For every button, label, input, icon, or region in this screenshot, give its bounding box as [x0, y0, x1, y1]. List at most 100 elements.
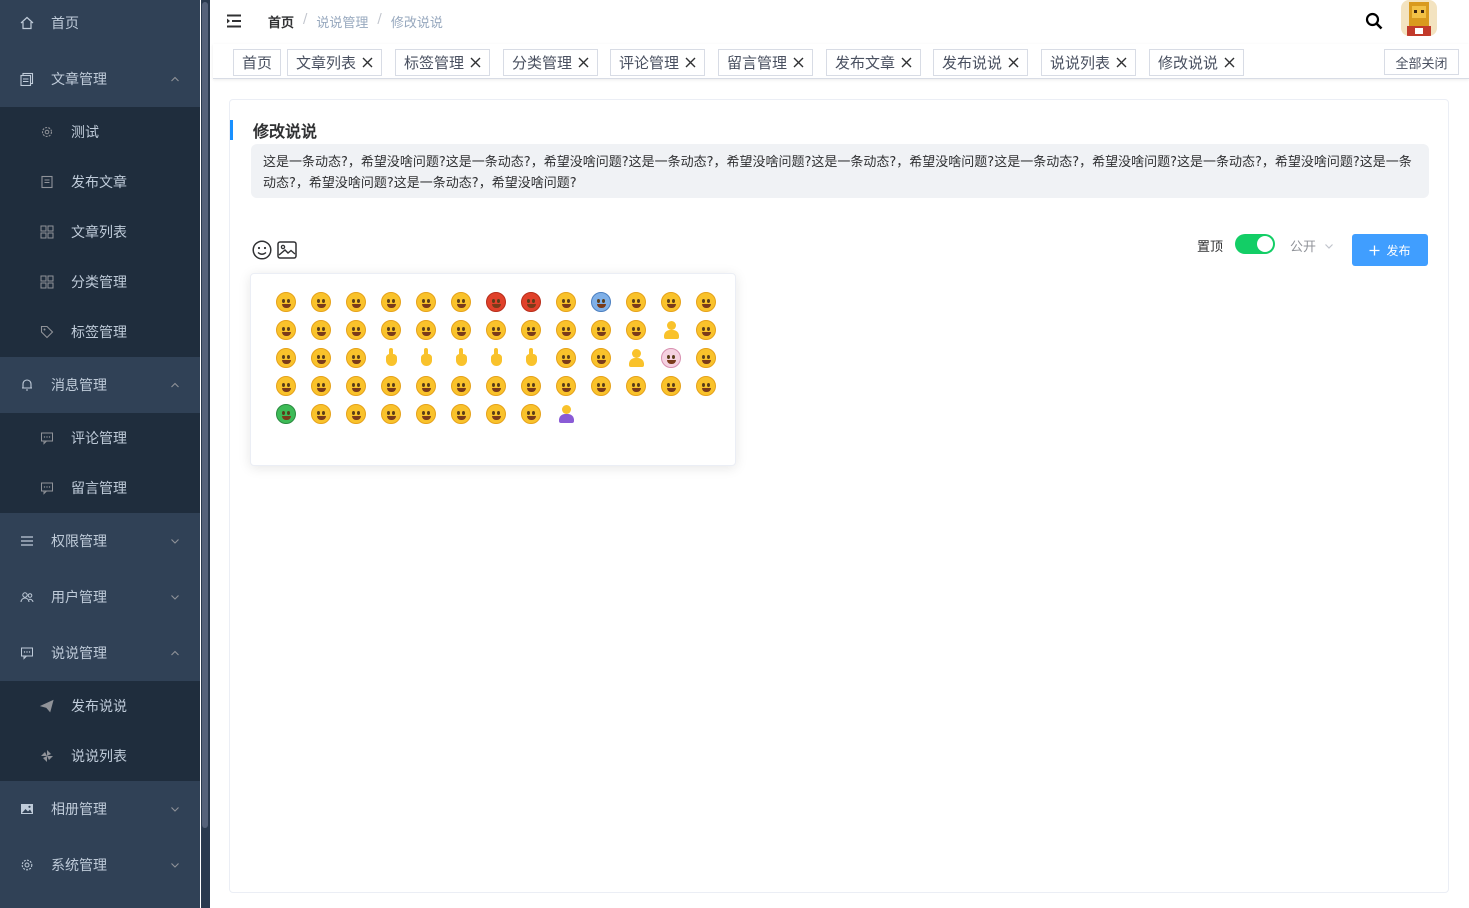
search-icon[interactable]: [1365, 12, 1383, 30]
sidebar-item-system[interactable]: 系统管理: [0, 840, 200, 890]
emoji-item[interactable]: [443, 400, 478, 428]
emoji-item[interactable]: [688, 316, 723, 344]
emoji-item[interactable]: [443, 288, 478, 316]
emoji-item[interactable]: [583, 288, 618, 316]
emoji-item[interactable]: [513, 400, 548, 428]
emoji-item[interactable]: [513, 288, 548, 316]
emoji-item[interactable]: [618, 316, 653, 344]
sidebar-item-talk-list[interactable]: 说说列表: [0, 731, 200, 781]
emoji-item[interactable]: [338, 372, 373, 400]
emoji-item[interactable]: [583, 372, 618, 400]
emoji-item[interactable]: [513, 344, 548, 372]
publish-button[interactable]: 发布: [1352, 234, 1428, 266]
emoji-item[interactable]: [653, 372, 688, 400]
emoji-item[interactable]: [268, 400, 303, 428]
close-icon[interactable]: [1116, 57, 1127, 68]
emoji-item[interactable]: [303, 372, 338, 400]
tag-publish-talk[interactable]: 发布说说: [933, 49, 1029, 76]
sidebar-item-tags[interactable]: 标签管理: [0, 307, 200, 357]
emoji-item[interactable]: [583, 344, 618, 372]
sidebar-item-messages[interactable]: 消息管理: [0, 360, 200, 410]
emoji-item[interactable]: [338, 344, 373, 372]
emoji-item[interactable]: [408, 400, 443, 428]
tag-tag-management[interactable]: 标签管理: [395, 49, 491, 76]
emoji-item[interactable]: [408, 344, 443, 372]
emoji-item[interactable]: [373, 344, 408, 372]
tag-guestbook-management[interactable]: 留言管理: [718, 49, 814, 76]
sidebar-item-albums[interactable]: 相册管理: [0, 784, 200, 834]
emoji-item[interactable]: [478, 372, 513, 400]
scrollbar-thumb[interactable]: [202, 2, 208, 828]
pin-top-switch[interactable]: [1235, 234, 1275, 254]
sidebar-item-categories[interactable]: 分类管理: [0, 257, 200, 307]
emoji-item[interactable]: [618, 288, 653, 316]
sidebar-scrollbar[interactable]: [201, 0, 210, 908]
sidebar-item-articles[interactable]: 文章管理: [0, 54, 200, 104]
emoji-item[interactable]: [408, 316, 443, 344]
sidebar-item-home[interactable]: 首页: [0, 0, 200, 48]
hamburger-icon[interactable]: [226, 13, 242, 29]
image-upload-icon[interactable]: [277, 241, 297, 259]
close-icon[interactable]: [578, 57, 589, 68]
close-icon[interactable]: [901, 57, 912, 68]
emoji-item[interactable]: [548, 372, 583, 400]
avatar[interactable]: [1401, 0, 1437, 36]
emoji-item[interactable]: [303, 400, 338, 428]
emoji-item[interactable]: [688, 372, 723, 400]
sidebar-item-publish-article[interactable]: 发布文章: [0, 157, 200, 207]
emoji-item[interactable]: [268, 316, 303, 344]
emoji-item[interactable]: [513, 372, 548, 400]
tag-edit-talk[interactable]: 修改说说: [1149, 49, 1245, 76]
emoji-item[interactable]: [513, 316, 548, 344]
sidebar-item-test[interactable]: 测试: [0, 107, 200, 157]
sidebar-item-talks[interactable]: 说说管理: [0, 628, 200, 678]
emoji-item[interactable]: [443, 316, 478, 344]
emoji-item[interactable]: [478, 316, 513, 344]
emoji-item[interactable]: [373, 372, 408, 400]
sidebar-item-users[interactable]: 用户管理: [0, 572, 200, 622]
emoji-item[interactable]: [618, 372, 653, 400]
emoji-item[interactable]: [373, 400, 408, 428]
close-icon[interactable]: [470, 57, 481, 68]
emoji-icon[interactable]: [252, 240, 272, 260]
emoji-item[interactable]: [478, 288, 513, 316]
emoji-item[interactable]: [408, 372, 443, 400]
emoji-item[interactable]: [688, 344, 723, 372]
emoji-item[interactable]: [268, 344, 303, 372]
emoji-item[interactable]: [338, 316, 373, 344]
emoji-item[interactable]: [268, 288, 303, 316]
emoji-item[interactable]: [478, 400, 513, 428]
sidebar-item-comments[interactable]: 评论管理: [0, 413, 200, 463]
emoji-item[interactable]: [653, 316, 688, 344]
close-icon[interactable]: [1224, 57, 1235, 68]
tag-publish-article[interactable]: 发布文章: [826, 49, 922, 76]
emoji-item[interactable]: [443, 344, 478, 372]
emoji-item[interactable]: [618, 344, 653, 372]
breadcrumb-item-home[interactable]: 首页: [268, 12, 294, 31]
tag-comment-management[interactable]: 评论管理: [610, 49, 706, 76]
talk-content-editor[interactable]: 这是一条动态?，希望没啥问题?这是一条动态?，希望没啥问题?这是一条动态?，希望…: [251, 144, 1429, 198]
emoji-item[interactable]: [653, 288, 688, 316]
emoji-item[interactable]: [548, 400, 583, 428]
emoji-item[interactable]: [548, 344, 583, 372]
sidebar-item-publish-talk[interactable]: 发布说说: [0, 681, 200, 731]
emoji-item[interactable]: [303, 316, 338, 344]
visibility-select[interactable]: 公开: [1290, 236, 1334, 255]
emoji-item[interactable]: [548, 288, 583, 316]
close-icon[interactable]: [362, 57, 373, 68]
emoji-item[interactable]: [338, 288, 373, 316]
emoji-item[interactable]: [303, 344, 338, 372]
tag-talk-list[interactable]: 说说列表: [1041, 49, 1137, 76]
emoji-item[interactable]: [478, 344, 513, 372]
sidebar-item-permissions[interactable]: 权限管理: [0, 516, 200, 566]
close-icon[interactable]: [1008, 57, 1019, 68]
sidebar-item-article-list[interactable]: 文章列表: [0, 207, 200, 257]
emoji-item[interactable]: [653, 344, 688, 372]
emoji-item[interactable]: [443, 372, 478, 400]
emoji-item[interactable]: [268, 372, 303, 400]
close-icon[interactable]: [793, 57, 804, 68]
emoji-item[interactable]: [303, 288, 338, 316]
emoji-item[interactable]: [373, 288, 408, 316]
sidebar-item-guestbook[interactable]: 留言管理: [0, 463, 200, 513]
emoji-item[interactable]: [408, 288, 443, 316]
